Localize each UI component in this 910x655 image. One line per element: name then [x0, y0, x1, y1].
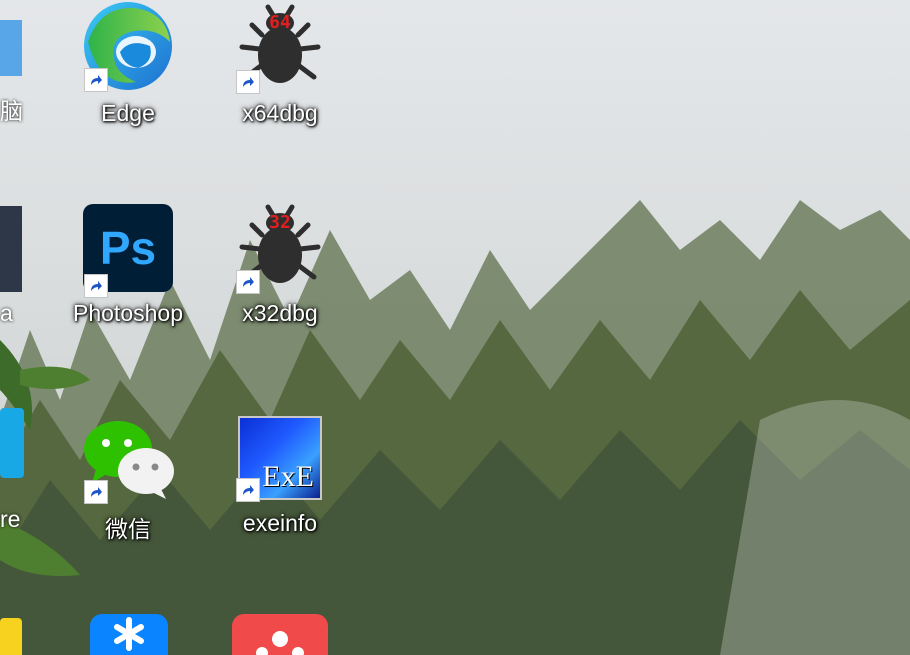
- shortcut-arrow-icon: [84, 480, 108, 504]
- bug-icon: 64: [230, 0, 330, 96]
- badge-text: 64: [269, 12, 291, 33]
- shortcut-arrow-icon: [84, 68, 108, 92]
- partial-computer-icon[interactable]: [0, 20, 22, 76]
- partial-app-icon[interactable]: [0, 408, 24, 478]
- icon-label: exeinfo: [242, 510, 318, 536]
- partial-app-icon[interactable]: [90, 614, 168, 655]
- wechat-icon: [78, 410, 178, 506]
- partial-icon-label: a: [0, 300, 13, 326]
- shortcut-arrow-icon: [236, 478, 260, 502]
- icon-label: x64dbg: [242, 100, 318, 126]
- desktop-icon-photoshop[interactable]: Ps Photoshop: [58, 200, 198, 360]
- icon-label: Photoshop: [73, 300, 183, 326]
- icon-label: x32dbg: [242, 300, 318, 326]
- desktop-icon-wechat[interactable]: 微信: [58, 410, 198, 570]
- desktop-icon-edge[interactable]: Edge: [58, 0, 198, 160]
- desktop-icon-exeinfo[interactable]: ExE exeinfo: [210, 410, 350, 570]
- partial-app-icon[interactable]: [232, 614, 328, 655]
- partial-app-icon[interactable]: [0, 618, 22, 655]
- partial-app-icon[interactable]: [0, 206, 22, 292]
- icon-label: Edge: [101, 100, 155, 126]
- asterisk-icon: [114, 617, 144, 651]
- partial-icon-label: 脑: [0, 98, 23, 124]
- desktop-icon-x32dbg[interactable]: 32 x32dbg: [210, 200, 350, 360]
- edge-icon: [78, 0, 178, 96]
- photoshop-icon: Ps: [78, 200, 178, 298]
- exeinfo-icon: ExE: [230, 410, 330, 506]
- icon-label: 微信: [105, 516, 151, 542]
- desktop-icon-x64dbg[interactable]: 64 x64dbg: [210, 0, 350, 160]
- bug-icon: 32: [230, 200, 330, 296]
- shortcut-arrow-icon: [236, 70, 260, 94]
- badge-text: 32: [269, 212, 291, 233]
- partial-icon-label: re: [0, 506, 21, 532]
- shortcut-arrow-icon: [84, 274, 108, 298]
- app-logo-icon: [256, 631, 304, 655]
- shortcut-arrow-icon: [236, 270, 260, 294]
- exeinfo-logo: ExE: [262, 460, 314, 493]
